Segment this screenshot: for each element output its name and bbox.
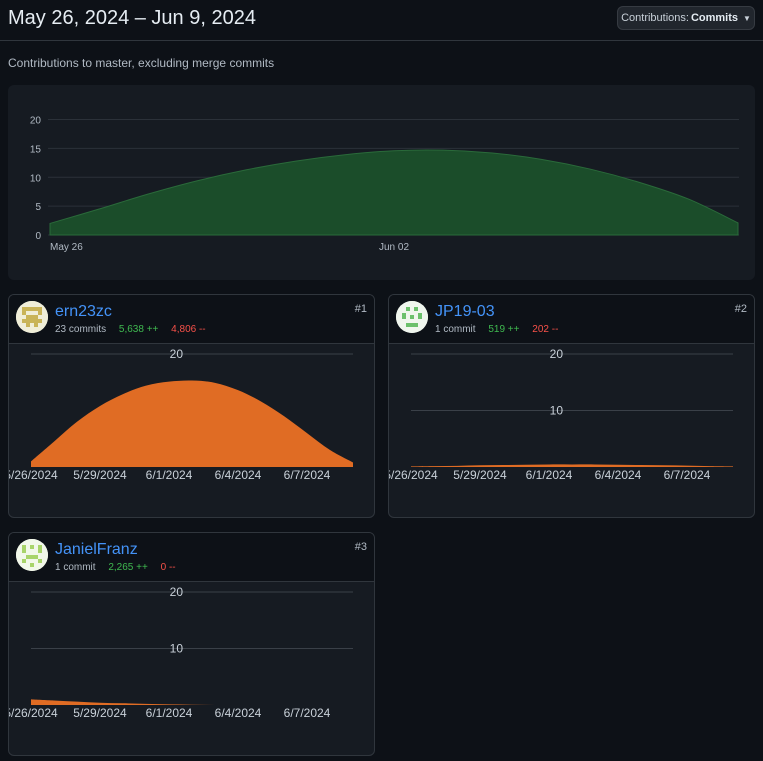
contributor-stats: 1 commit 519 ++ 202 -- xyxy=(435,324,558,335)
y-tick-label: 15 xyxy=(30,144,42,155)
contributor-chart-svg: 20 5/26/2024 5/29/2024 6/1/2024 6/4/2024 6/7/… xyxy=(9,347,353,482)
additions-count: 519 ++ xyxy=(488,324,520,335)
date-range-title: May 26, 2024 – Jun 9, 2024 xyxy=(8,7,256,29)
x-tick-label: 6/4/2024 xyxy=(215,706,262,720)
x-tick-label: May 26 xyxy=(50,242,83,253)
x-tick-label: 6/1/2024 xyxy=(146,468,193,482)
page-header: May 26, 2024 – Jun 9, 2024 Contributions… xyxy=(0,0,763,41)
series-area xyxy=(31,380,353,467)
x-tick-label: 6/7/2024 xyxy=(284,706,331,720)
contributor-stats: 23 commits 5,638 ++ 4,806 -- xyxy=(55,324,206,335)
deletions-count: 0 -- xyxy=(160,562,176,573)
y-tick-label: 10 xyxy=(30,173,42,184)
x-tick-label: 5/29/2024 xyxy=(453,468,507,482)
avatar[interactable] xyxy=(396,301,428,333)
y-tick-label: 10 xyxy=(170,642,184,656)
deletions-count: 4,806 -- xyxy=(171,324,206,335)
series-area xyxy=(31,699,353,706)
y-tick-label: 5 xyxy=(35,202,41,213)
contributions-value: Commits xyxy=(690,12,739,24)
deletions-count: 202 -- xyxy=(532,324,559,335)
contributor-card-1: ern23zc 23 commits 5,638 ++ 4,806 -- #1 … xyxy=(8,294,375,518)
contributions-label: Contributions: xyxy=(621,12,689,24)
y-tick-label: 20 xyxy=(550,347,564,361)
contributor-chart-svg: 10 20 5/26/2024 5/29/2024 6/1/2024 6/4/2024 6/… xyxy=(9,585,353,720)
additions-count: 2,265 ++ xyxy=(108,562,148,573)
contributor-header: JP19-03 1 commit 519 ++ 202 -- #2 xyxy=(389,295,754,344)
contributor-chart-svg: 10 20 5/26/2024 5/29/2024 6/1/2024 6/4/2024 6/… xyxy=(389,347,733,482)
series-area xyxy=(411,464,733,467)
commit-count[interactable]: 23 commits xyxy=(55,324,106,335)
x-tick-label: 5/26/2024 xyxy=(9,706,58,720)
avatar-identicon-icon xyxy=(396,301,428,333)
x-tick-label: 5/26/2024 xyxy=(9,468,58,482)
y-tick-label: 10 xyxy=(550,404,564,418)
contributor-rank: #2 xyxy=(734,303,747,315)
avatar[interactable] xyxy=(16,539,48,571)
x-tick-label: 5/29/2024 xyxy=(73,706,127,720)
contributor-username-link[interactable]: ern23zc xyxy=(55,303,112,321)
contributions-type-dropdown[interactable]: Contributions: Commits ▼ xyxy=(617,6,755,30)
x-tick-label: 6/7/2024 xyxy=(284,468,331,482)
contributor-card-3: JanielFranz 1 commit 2,265 ++ 0 -- #3 10… xyxy=(8,532,375,756)
x-tick-label: 6/1/2024 xyxy=(146,706,193,720)
y-tick-label: 20 xyxy=(170,347,184,361)
contributor-rank: #3 xyxy=(354,541,367,553)
contributor-header: JanielFranz 1 commit 2,265 ++ 0 -- #3 xyxy=(9,533,374,582)
y-tick-label: 0 xyxy=(35,231,41,242)
series-area xyxy=(49,149,739,236)
x-tick-label: 6/7/2024 xyxy=(664,468,711,482)
x-tick-label: 5/29/2024 xyxy=(73,468,127,482)
y-tick-label: 20 xyxy=(170,585,184,599)
commit-count[interactable]: 1 commit xyxy=(435,324,476,335)
x-tick-label: Jun 02 xyxy=(379,242,409,253)
x-tick-label: 6/4/2024 xyxy=(595,468,642,482)
y-tick-label: 20 xyxy=(30,116,42,127)
avatar-identicon-icon xyxy=(16,301,48,333)
main-commits-chart: 0 5 10 15 20 May 26 Jun 02 xyxy=(8,85,755,280)
additions-count: 5,638 ++ xyxy=(118,324,159,335)
avatar[interactable] xyxy=(16,301,48,333)
chart-subtitle: Contributions to master, excluding merge… xyxy=(8,56,275,70)
contributor-card-2: JP19-03 1 commit 519 ++ 202 -- #2 10 20 5/… xyxy=(388,294,755,518)
x-tick-label: 6/1/2024 xyxy=(526,468,573,482)
avatar-identicon-icon xyxy=(16,539,48,571)
main-chart-svg: 0 5 10 15 20 May 26 Jun 02 xyxy=(30,116,739,253)
commit-count[interactable]: 1 commit xyxy=(55,562,96,573)
contributor-stats: 1 commit 2,265 ++ 0 -- xyxy=(55,562,176,573)
contributor-header: ern23zc 23 commits 5,638 ++ 4,806 -- #1 xyxy=(9,295,374,344)
contributor-username-link[interactable]: JP19-03 xyxy=(435,303,495,321)
x-tick-label: 5/26/2024 xyxy=(389,468,438,482)
caret-down-icon: ▼ xyxy=(743,13,751,23)
contributor-rank: #1 xyxy=(354,303,367,315)
x-tick-label: 6/4/2024 xyxy=(215,468,262,482)
contributor-username-link[interactable]: JanielFranz xyxy=(55,541,138,559)
